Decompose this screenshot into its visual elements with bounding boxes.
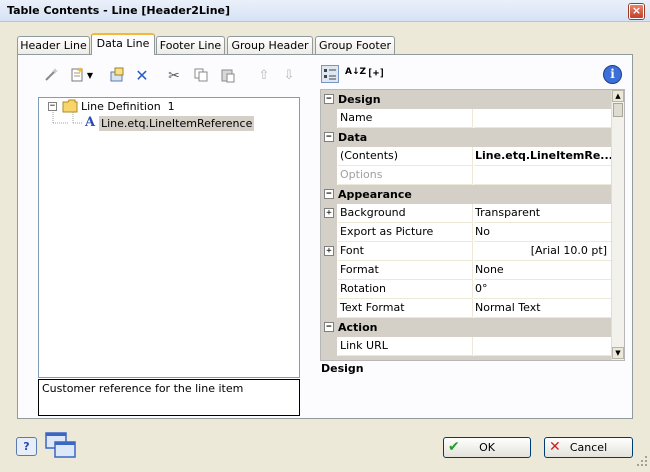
title-bar: Table Contents - Line [Header2Line] × — [0, 0, 650, 22]
scroll-up-button[interactable]: ▲ — [612, 90, 624, 102]
chevron-down-icon[interactable]: ▼ — [85, 67, 95, 85]
property-row-format[interactable]: Format None — [321, 261, 611, 280]
expand-all-button[interactable]: [+] — [367, 68, 385, 79]
properties-icon[interactable] — [108, 67, 126, 85]
property-row-text-format[interactable]: Text Format Normal Text — [321, 299, 611, 318]
window-title: Table Contents - Line [Header2Line] — [7, 4, 231, 17]
expand-icon[interactable]: + — [324, 246, 334, 256]
category-action[interactable]: − Action — [321, 318, 611, 337]
collapse-icon[interactable]: − — [324, 94, 334, 104]
property-row-export-as-picture[interactable]: Export as Picture No — [321, 223, 611, 242]
category-data[interactable]: − Data — [321, 128, 611, 147]
paste-icon[interactable] — [219, 67, 237, 85]
cancel-button[interactable]: ✕ Cancel — [544, 437, 633, 458]
help-icon[interactable]: ? — [16, 437, 37, 456]
text-field-icon: A — [84, 115, 96, 130]
move-down-icon[interactable]: ⇩ — [280, 67, 298, 85]
tree-view[interactable]: − Line Definition 1 A Line.etq.LineItemR… — [38, 97, 300, 378]
resize-grip-icon[interactable] — [636, 455, 648, 470]
close-button[interactable]: × — [629, 4, 644, 19]
new-item-icon[interactable] — [68, 67, 86, 85]
folder-icon — [62, 99, 78, 116]
property-help-title: Design — [321, 362, 364, 375]
property-row-link-url[interactable]: Link URL — [321, 337, 611, 356]
tab-header-line[interactable]: Header Line — [17, 36, 90, 55]
scroll-down-button[interactable]: ▼ — [612, 347, 624, 359]
category-appearance[interactable]: − Appearance — [321, 185, 611, 204]
expand-icon[interactable]: + — [324, 208, 334, 218]
copy-icon[interactable] — [192, 67, 210, 85]
property-row-background[interactable]: + Background Transparent — [321, 204, 611, 223]
info-icon[interactable]: i — [603, 65, 622, 84]
collapse-icon[interactable]: − — [324, 132, 334, 142]
category-partial: − — [321, 356, 611, 361]
tab-footer-line[interactable]: Footer Line — [156, 36, 225, 55]
ok-button[interactable]: ✔ OK — [443, 437, 531, 458]
tree-item-lineitemreference[interactable]: Line.etq.LineItemReference — [99, 116, 255, 131]
collapse-icon[interactable]: − — [324, 360, 334, 361]
property-row-font[interactable]: + Font [Arial 10.0 pt] — [321, 242, 611, 261]
property-row-name[interactable]: Name — [321, 109, 611, 128]
tab-group-footer[interactable]: Group Footer — [315, 36, 395, 55]
window-layout-icon[interactable] — [45, 432, 77, 463]
delete-icon[interactable]: ✕ — [133, 67, 151, 85]
property-row-contents[interactable]: (Contents) Line.etq.LineItemRe... — [321, 147, 611, 166]
categorized-view-icon[interactable] — [321, 65, 339, 83]
collapse-icon[interactable]: − — [324, 322, 334, 332]
tab-group-header[interactable]: Group Header — [227, 36, 313, 55]
category-design[interactable]: − Design — [321, 90, 611, 109]
tab-data-line[interactable]: Data Line — [91, 33, 155, 55]
description-box: Customer reference for the line item — [38, 379, 300, 416]
sort-alphabetical-button[interactable]: A↓Z — [345, 67, 366, 77]
wand-icon[interactable] — [42, 67, 60, 85]
property-row-options[interactable]: Options — [321, 166, 611, 185]
property-row-rotation[interactable]: Rotation 0° — [321, 280, 611, 299]
tab-panel: ▼ ✕ ✂ ⇧ ⇩ − Line Definition 1 A Line.etq… — [17, 54, 633, 419]
cut-icon[interactable]: ✂ — [165, 67, 183, 85]
tree-root-label[interactable]: Line Definition 1 — [81, 100, 175, 113]
collapse-icon[interactable]: − — [324, 189, 334, 199]
tree-expander[interactable]: − — [48, 102, 57, 111]
property-scrollbar[interactable]: ▲ ▼ — [611, 90, 624, 360]
move-up-icon[interactable]: ⇧ — [255, 67, 273, 85]
scroll-thumb[interactable] — [613, 103, 623, 117]
property-grid[interactable]: − Design Name − Data (Contents) Line.etq… — [320, 89, 625, 361]
